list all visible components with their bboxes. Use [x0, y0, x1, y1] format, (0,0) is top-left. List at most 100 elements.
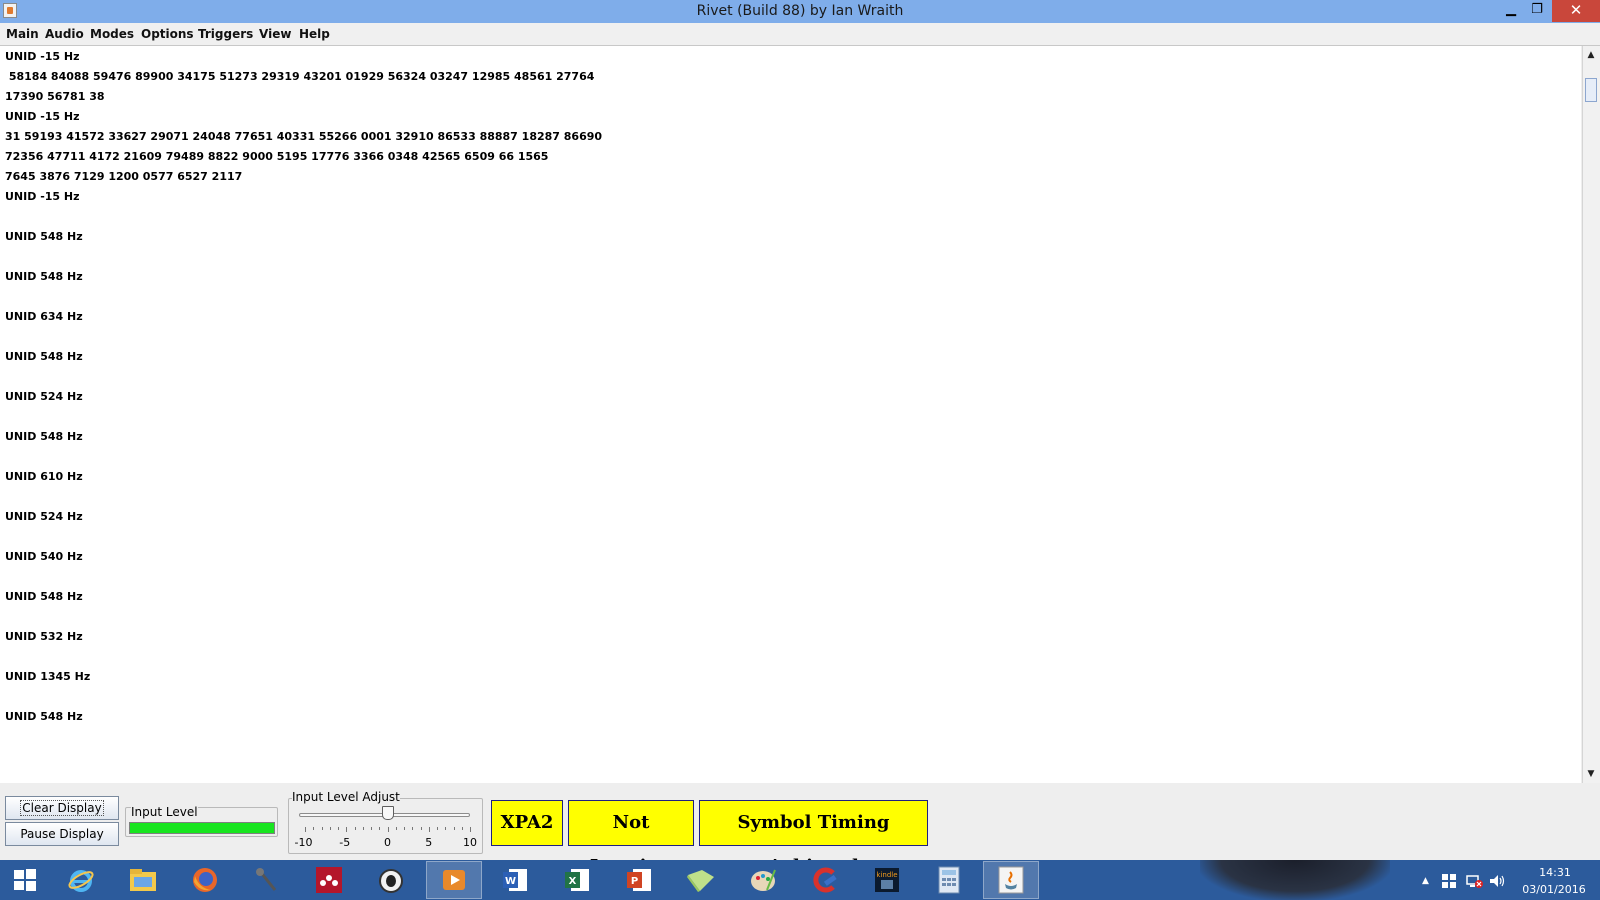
menu-view[interactable]: View [259, 27, 291, 41]
display-line: UNID 548 Hz [5, 350, 83, 363]
slider-tick [461, 827, 463, 830]
slider-tick [453, 827, 455, 830]
slider-tick [321, 827, 323, 830]
display-line: UNID 548 Hz [5, 430, 83, 443]
slider-tick [362, 827, 364, 830]
slider-tick [346, 827, 348, 832]
svg-text:W: W [505, 876, 516, 887]
media-player-icon[interactable] [437, 864, 471, 896]
slider-tick [395, 827, 397, 830]
slider-tick [470, 827, 471, 832]
clear-display-label: Clear Display [20, 800, 104, 816]
slider-tick [338, 827, 339, 830]
slider-tick-label: 0 [384, 836, 391, 849]
clock-date[interactable]: 03/01/2016 [1514, 883, 1594, 896]
svg-text:P: P [631, 876, 638, 887]
slider-tick [329, 827, 331, 830]
display-line: UNID 548 Hz [5, 590, 83, 603]
display-line: UNID 548 Hz [5, 710, 83, 723]
menu-help[interactable]: Help [299, 27, 330, 41]
decoded-text-display[interactable]: UNID -15 Hz 58184 84088 59476 89900 3417… [0, 46, 1581, 783]
display-line: UNID 524 Hz [5, 390, 83, 403]
display-line: 58184 84088 59476 89900 34175 51273 2931… [5, 70, 595, 83]
display-line: UNID 634 Hz [5, 310, 83, 323]
menu-modes[interactable]: Modes [90, 27, 134, 41]
taskbar-wallpaper-shadow [1200, 860, 1390, 900]
show-hidden-icons-icon[interactable]: ▲ [1422, 876, 1429, 886]
scroll-thumb[interactable] [1585, 78, 1597, 102]
scroll-down-arrow-icon[interactable]: ▼ [1584, 767, 1598, 781]
slider-tick [428, 827, 430, 832]
volume-icon[interactable] [1488, 873, 1506, 893]
menu-bar: Main Audio Modes Options Triggers View H… [0, 23, 1600, 46]
close-button[interactable]: ✕ [1552, 0, 1600, 22]
slider-tick [387, 827, 389, 832]
slider-tick [420, 827, 422, 830]
input-level-adjust-label: Input Level Adjust [292, 790, 400, 804]
minimize-button[interactable]: ▁ [1498, 0, 1524, 22]
scroll-up-arrow-icon[interactable]: ▲ [1584, 48, 1598, 62]
input-level-slider-thumb[interactable] [381, 806, 394, 820]
display-line: UNID 532 Hz [5, 630, 83, 643]
kindle-icon[interactable]: kindle [870, 864, 904, 896]
display-line: UNID 524 Hz [5, 510, 83, 523]
slider-tick [437, 827, 438, 830]
display-line: UNID 548 Hz [5, 270, 83, 283]
slider-tick-label: -10 [294, 836, 313, 849]
action-center-flag-icon[interactable] [1441, 873, 1457, 893]
display-line: 17390 56781 38 [5, 90, 105, 103]
ccleaner-icon[interactable] [808, 864, 842, 896]
sheep-icon[interactable] [374, 864, 408, 896]
file-explorer-icon[interactable] [126, 864, 160, 896]
display-line: UNID -15 Hz [5, 50, 80, 63]
slider-tick [354, 827, 356, 830]
folder-note-icon[interactable] [684, 864, 718, 896]
vertical-scrollbar[interactable] [1582, 46, 1600, 783]
display-line: UNID -15 Hz [5, 110, 80, 123]
input-level-fill [130, 823, 274, 833]
slider-tick [404, 827, 405, 830]
input-level-label: Input Level [131, 805, 198, 819]
timing-status-box: Symbol Timing Achieved [699, 800, 928, 877]
maximize-button[interactable]: ❐ [1524, 0, 1550, 22]
window-title: Rivet (Build 88) by Ian Wraith [696, 3, 904, 19]
menu-main[interactable]: Main [6, 27, 39, 41]
clock-time[interactable]: 14:31 [1520, 866, 1590, 879]
mode-status-box: XPA2 [491, 800, 563, 846]
input-level-meter [129, 822, 275, 834]
svg-text:kindle: kindle [876, 871, 897, 879]
menu-triggers[interactable]: Triggers [198, 27, 253, 41]
menu-options[interactable]: Options [141, 27, 194, 41]
logging-status-box: Not Logging [568, 800, 694, 877]
slider-tick [379, 827, 381, 830]
menu-audio[interactable]: Audio [45, 27, 84, 41]
pause-display-button[interactable]: Pause Display [5, 822, 119, 846]
firefox-icon[interactable] [188, 864, 222, 896]
powerpoint-icon[interactable]: P [622, 864, 656, 896]
clear-display-button[interactable]: Clear Display [5, 796, 119, 820]
excel-icon[interactable]: X [560, 864, 594, 896]
slider-tick [371, 827, 372, 830]
network-disconnected-icon[interactable] [1465, 873, 1483, 893]
display-line: UNID 548 Hz [5, 230, 83, 243]
display-line: UNID -15 Hz [5, 190, 80, 203]
display-line: UNID 540 Hz [5, 550, 83, 563]
windows-start-icon[interactable] [8, 864, 42, 896]
svg-text:X: X [569, 876, 577, 887]
slider-tick [313, 827, 315, 830]
internet-explorer-icon[interactable] [64, 864, 98, 896]
slider-tick [305, 827, 306, 832]
mendeley-icon[interactable] [312, 864, 346, 896]
display-line: UNID 1345 Hz [5, 670, 91, 683]
slider-tick-label: 10 [463, 836, 477, 849]
paint-icon[interactable] [746, 864, 780, 896]
slider-tick [445, 827, 447, 830]
microphone-icon[interactable] [250, 864, 284, 896]
display-line: 72356 47711 4172 21609 79489 8822 9000 5… [5, 150, 549, 163]
slider-tick-label: -5 [339, 836, 351, 849]
slider-tick [412, 827, 414, 830]
java-icon[interactable] [994, 864, 1028, 896]
word-icon[interactable]: W [498, 864, 532, 896]
calculator-icon[interactable] [932, 864, 966, 896]
slider-tick-label: 5 [425, 836, 433, 849]
